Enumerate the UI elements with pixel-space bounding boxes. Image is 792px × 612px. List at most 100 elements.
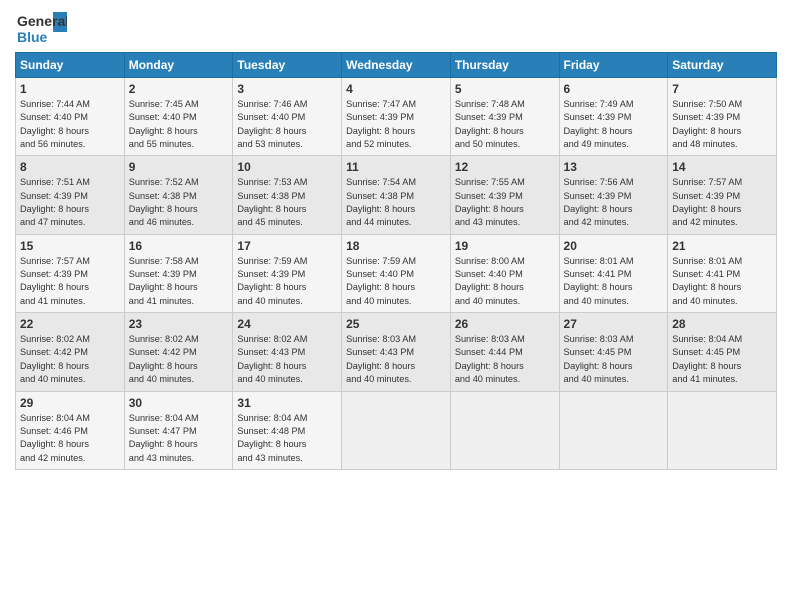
col-header-wednesday: Wednesday: [342, 53, 451, 78]
day-number: 3: [237, 82, 337, 96]
day-cell: 15 Sunrise: 7:57 AM Sunset: 4:39 PM Dayli…: [16, 234, 125, 312]
day-cell: 2 Sunrise: 7:45 AM Sunset: 4:40 PM Daylig…: [124, 78, 233, 156]
day-cell: 17Sunrise: 7:59 AM Sunset: 4:39 PM Dayli…: [233, 234, 342, 312]
day-cell: 24 Sunrise: 8:02 AM Sunset: 4:43 PM Dayli…: [233, 313, 342, 391]
day-number: 27: [564, 317, 664, 331]
day-cell: 8Sunrise: 7:51 AM Sunset: 4:39 PM Daylig…: [16, 156, 125, 234]
day-number: 10: [237, 160, 337, 174]
day-info: Sunrise: 7:59 AM Sunset: 4:39 PM Dayligh…: [237, 255, 337, 308]
week-row-1: 1 Sunrise: 7:44 AM Sunset: 4:40 PM Daylig…: [16, 78, 777, 156]
day-number: 24: [237, 317, 337, 331]
day-info: Sunrise: 8:04 AM Sunset: 4:48 PM Dayligh…: [237, 412, 337, 465]
day-info: Sunrise: 8:01 AM Sunset: 4:41 PM Dayligh…: [672, 255, 772, 308]
week-row-4: 22 Sunrise: 8:02 AM Sunset: 4:42 PM Dayli…: [16, 313, 777, 391]
day-info: Sunrise: 7:55 AM Sunset: 4:39 PM Dayligh…: [455, 176, 555, 229]
day-number: 19: [455, 239, 555, 253]
day-info: Sunrise: 7:53 AM Sunset: 4:38 PM Dayligh…: [237, 176, 337, 229]
day-number: 6: [564, 82, 664, 96]
day-info: Sunrise: 8:04 AM Sunset: 4:46 PM Dayligh…: [20, 412, 120, 465]
week-row-3: 15 Sunrise: 7:57 AM Sunset: 4:39 PM Dayli…: [16, 234, 777, 312]
day-number: 7: [672, 82, 772, 96]
day-info: Sunrise: 7:56 AM Sunset: 4:39 PM Dayligh…: [564, 176, 664, 229]
day-cell: [450, 391, 559, 469]
day-cell: [559, 391, 668, 469]
day-number: 21: [672, 239, 772, 253]
day-cell: 30 Sunrise: 8:04 AM Sunset: 4:47 PM Dayli…: [124, 391, 233, 469]
col-header-thursday: Thursday: [450, 53, 559, 78]
logo: GeneralBlue: [15, 10, 67, 46]
day-info: Sunrise: 7:58 AM Sunset: 4:39 PM Dayligh…: [129, 255, 229, 308]
col-header-sunday: Sunday: [16, 53, 125, 78]
day-cell: 3 Sunrise: 7:46 AM Sunset: 4:40 PM Daylig…: [233, 78, 342, 156]
day-number: 25: [346, 317, 446, 331]
col-header-saturday: Saturday: [668, 53, 777, 78]
day-info: Sunrise: 7:51 AM Sunset: 4:39 PM Dayligh…: [20, 176, 120, 229]
day-cell: 18 Sunrise: 7:59 AM Sunset: 4:40 PM Dayli…: [342, 234, 451, 312]
day-cell: 26 Sunrise: 8:03 AM Sunset: 4:44 PM Dayli…: [450, 313, 559, 391]
day-cell: 14 Sunrise: 7:57 AM Sunset: 4:39 PM Dayli…: [668, 156, 777, 234]
day-info: Sunrise: 8:02 AM Sunset: 4:42 PM Dayligh…: [129, 333, 229, 386]
day-info: Sunrise: 8:01 AM Sunset: 4:41 PM Dayligh…: [564, 255, 664, 308]
day-cell: 28 Sunrise: 8:04 AM Sunset: 4:45 PM Dayli…: [668, 313, 777, 391]
day-number: 29: [20, 396, 120, 410]
day-cell: [668, 391, 777, 469]
day-cell: 5 Sunrise: 7:48 AM Sunset: 4:39 PM Daylig…: [450, 78, 559, 156]
day-info: Sunrise: 7:54 AM Sunset: 4:38 PM Dayligh…: [346, 176, 446, 229]
day-number: 5: [455, 82, 555, 96]
day-number: 30: [129, 396, 229, 410]
day-info: Sunrise: 7:50 AM Sunset: 4:39 PM Dayligh…: [672, 98, 772, 151]
day-cell: 29 Sunrise: 8:04 AM Sunset: 4:46 PM Dayli…: [16, 391, 125, 469]
day-info: Sunrise: 8:02 AM Sunset: 4:42 PM Dayligh…: [20, 333, 120, 386]
day-info: Sunrise: 7:47 AM Sunset: 4:39 PM Dayligh…: [346, 98, 446, 151]
day-cell: 23Sunrise: 8:02 AM Sunset: 4:42 PM Dayli…: [124, 313, 233, 391]
day-number: 9: [129, 160, 229, 174]
day-number: 11: [346, 160, 446, 174]
day-cell: 7 Sunrise: 7:50 AM Sunset: 4:39 PM Daylig…: [668, 78, 777, 156]
day-number: 28: [672, 317, 772, 331]
day-cell: 20 Sunrise: 8:01 AM Sunset: 4:41 PM Dayli…: [559, 234, 668, 312]
day-info: Sunrise: 8:02 AM Sunset: 4:43 PM Dayligh…: [237, 333, 337, 386]
day-info: Sunrise: 8:04 AM Sunset: 4:45 PM Dayligh…: [672, 333, 772, 386]
day-info: Sunrise: 7:44 AM Sunset: 4:40 PM Dayligh…: [20, 98, 120, 151]
day-number: 1: [20, 82, 120, 96]
day-info: Sunrise: 7:59 AM Sunset: 4:40 PM Dayligh…: [346, 255, 446, 308]
day-cell: 21 Sunrise: 8:01 AM Sunset: 4:41 PM Dayli…: [668, 234, 777, 312]
day-number: 18: [346, 239, 446, 253]
day-info: Sunrise: 7:57 AM Sunset: 4:39 PM Dayligh…: [672, 176, 772, 229]
day-cell: 12Sunrise: 7:55 AM Sunset: 4:39 PM Dayli…: [450, 156, 559, 234]
day-info: Sunrise: 8:00 AM Sunset: 4:40 PM Dayligh…: [455, 255, 555, 308]
day-info: Sunrise: 7:49 AM Sunset: 4:39 PM Dayligh…: [564, 98, 664, 151]
day-cell: 25 Sunrise: 8:03 AM Sunset: 4:43 PM Dayli…: [342, 313, 451, 391]
header-area: GeneralBlue: [15, 10, 777, 46]
day-info: Sunrise: 7:46 AM Sunset: 4:40 PM Dayligh…: [237, 98, 337, 151]
day-number: 15: [20, 239, 120, 253]
day-info: Sunrise: 7:57 AM Sunset: 4:39 PM Dayligh…: [20, 255, 120, 308]
day-info: Sunrise: 8:03 AM Sunset: 4:44 PM Dayligh…: [455, 333, 555, 386]
day-number: 20: [564, 239, 664, 253]
day-number: 2: [129, 82, 229, 96]
day-info: Sunrise: 8:04 AM Sunset: 4:47 PM Dayligh…: [129, 412, 229, 465]
header-row: SundayMondayTuesdayWednesdayThursdayFrid…: [16, 53, 777, 78]
day-info: Sunrise: 8:03 AM Sunset: 4:43 PM Dayligh…: [346, 333, 446, 386]
day-cell: 11 Sunrise: 7:54 AM Sunset: 4:38 PM Dayli…: [342, 156, 451, 234]
day-number: 26: [455, 317, 555, 331]
day-cell: 13 Sunrise: 7:56 AM Sunset: 4:39 PM Dayli…: [559, 156, 668, 234]
day-cell: 9 Sunrise: 7:52 AM Sunset: 4:38 PM Daylig…: [124, 156, 233, 234]
col-header-tuesday: Tuesday: [233, 53, 342, 78]
day-info: Sunrise: 7:52 AM Sunset: 4:38 PM Dayligh…: [129, 176, 229, 229]
day-cell: 22 Sunrise: 8:02 AM Sunset: 4:42 PM Dayli…: [16, 313, 125, 391]
day-info: Sunrise: 7:48 AM Sunset: 4:39 PM Dayligh…: [455, 98, 555, 151]
calendar-table: SundayMondayTuesdayWednesdayThursdayFrid…: [15, 52, 777, 470]
day-number: 22: [20, 317, 120, 331]
day-number: 13: [564, 160, 664, 174]
day-cell: 1 Sunrise: 7:44 AM Sunset: 4:40 PM Daylig…: [16, 78, 125, 156]
col-header-friday: Friday: [559, 53, 668, 78]
day-cell: 19 Sunrise: 8:00 AM Sunset: 4:40 PM Dayli…: [450, 234, 559, 312]
day-cell: [342, 391, 451, 469]
day-number: 14: [672, 160, 772, 174]
day-cell: 27Sunrise: 8:03 AM Sunset: 4:45 PM Dayli…: [559, 313, 668, 391]
day-number: 4: [346, 82, 446, 96]
day-info: Sunrise: 7:45 AM Sunset: 4:40 PM Dayligh…: [129, 98, 229, 151]
day-cell: 16Sunrise: 7:58 AM Sunset: 4:39 PM Dayli…: [124, 234, 233, 312]
calendar-page: GeneralBlue SundayMondayTuesdayWednesday…: [0, 0, 792, 612]
